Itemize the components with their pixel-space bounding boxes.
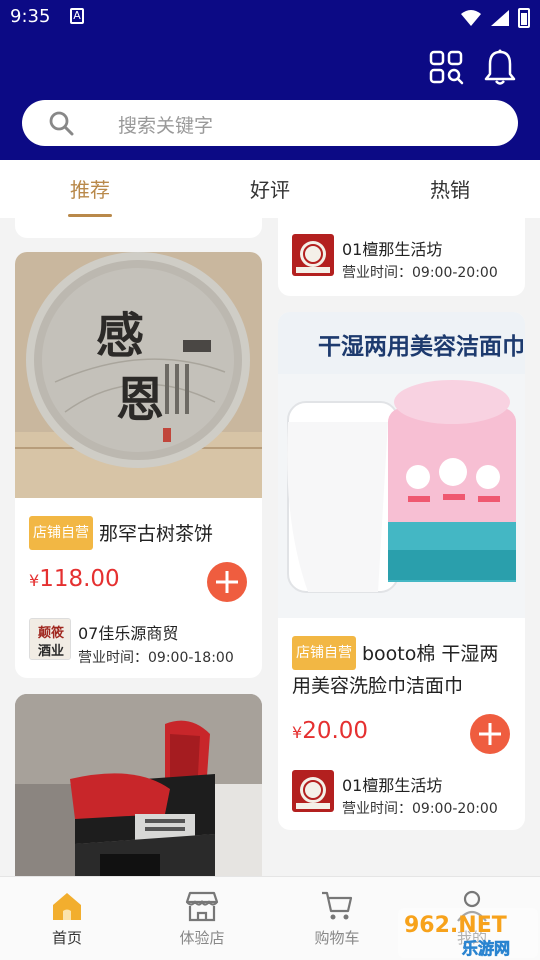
image-text: 感: [96, 308, 144, 364]
store-icon: [185, 891, 219, 922]
add-to-cart-button[interactable]: [207, 562, 247, 602]
self-operated-badge: 店铺自营: [29, 516, 93, 550]
search-icon: [49, 111, 74, 136]
svg-text:颠筱: 颠筱: [38, 625, 65, 641]
category-tabs: 推荐 好评 热销: [0, 160, 540, 218]
scan-grid-icon[interactable]: [428, 48, 464, 86]
shop-logo: 颠筱 酒业: [29, 618, 71, 660]
tab-active-indicator: [68, 214, 112, 217]
status-icons: [460, 8, 530, 28]
shop-hours: 营业时间：09:00-20:00: [342, 265, 498, 281]
currency-symbol: ¥: [29, 571, 40, 590]
product-price: ¥118.00: [29, 566, 120, 592]
nav-label: 首页: [51, 929, 82, 947]
price-value: 20.00: [302, 718, 369, 744]
product-title[interactable]: 店铺自营 那罕古树茶饼: [29, 516, 254, 550]
wifi-icon: [461, 10, 481, 26]
site-watermark: 962.NET 乐游网: [398, 908, 538, 958]
nav-label: 体验店: [179, 929, 225, 947]
product-card[interactable]: [15, 694, 262, 876]
header-actions: [428, 48, 518, 86]
product-image[interactable]: [15, 694, 262, 876]
home-icon: [53, 893, 81, 920]
currency-symbol: ¥: [292, 723, 303, 742]
watermark-text: 962.NET: [404, 913, 507, 938]
bell-icon[interactable]: [482, 48, 518, 86]
search-bar[interactable]: 搜索关键字: [22, 100, 518, 146]
image-text: 恩: [116, 372, 164, 428]
product-card[interactable]: 感 恩 店铺自营 那罕古树茶饼 ¥118.00 颠筱 酒业 07佳乐源商贸 营业时…: [15, 252, 262, 678]
product-feed[interactable]: 01檀那生活坊 营业时间：09:00-20:00 感 恩 店铺自营 那罕古树茶饼 …: [0, 218, 540, 876]
notification-a-icon: A: [70, 8, 84, 24]
svg-text:酒业: 酒业: [38, 643, 64, 659]
image-headline: 干湿两用美容洁面巾: [318, 333, 525, 360]
cart-icon: [322, 891, 353, 920]
tab-hot-sales[interactable]: 热销: [390, 174, 510, 203]
shop-logo: [292, 770, 334, 812]
price-value: 118.00: [39, 566, 120, 592]
nav-cart[interactable]: 购物车: [292, 889, 382, 948]
watermark-subtext: 乐游网: [462, 939, 510, 958]
tab-good-reviews[interactable]: 好评: [210, 174, 330, 203]
search-input[interactable]: 搜索关键字: [118, 111, 213, 138]
product-title[interactable]: 店铺自营 booto棉 干湿两用美容洗脸巾洁面巾: [292, 636, 517, 702]
product-card-partial[interactable]: 01檀那生活坊 营业时间：09:00-20:00: [278, 218, 525, 296]
shop-hours: 营业时间：09:00-20:00: [342, 801, 498, 817]
shop-name: 01檀那生活坊: [342, 776, 443, 795]
shop-logo-mark: 颠筱 酒业: [30, 619, 70, 659]
nav-store[interactable]: 体验店: [157, 889, 247, 948]
add-to-cart-button[interactable]: [470, 714, 510, 754]
product-title-text: 那罕古树茶饼: [99, 523, 214, 545]
product-card-partial[interactable]: [15, 218, 262, 238]
product-image[interactable]: 感 恩: [15, 252, 262, 498]
self-operated-badge: 店铺自营: [292, 636, 356, 670]
shop-name: 07佳乐源商贸: [78, 624, 179, 643]
product-price: ¥20.00: [292, 718, 368, 744]
signal-icon: [491, 10, 509, 26]
tab-recommend[interactable]: 推荐: [30, 174, 150, 203]
shop-hours: 营业时间：09:00-18:00: [78, 650, 234, 666]
nav-label: 购物车: [314, 929, 360, 947]
shop-name: 01檀那生活坊: [342, 240, 443, 259]
product-image[interactable]: 干湿两用美容洁面巾: [278, 312, 525, 618]
battery-icon: [518, 8, 530, 28]
shop-logo: [292, 234, 334, 276]
product-card[interactable]: 干湿两用美容洁面巾 店铺自营 booto棉 干湿两用美容洗脸巾洁面巾 ¥20.00: [278, 312, 525, 830]
app-header: 9:35 A 搜索关键字: [0, 0, 540, 160]
nav-home[interactable]: 首页: [22, 889, 112, 948]
status-bar: 9:35 A: [0, 0, 540, 36]
status-time: 9:35: [10, 6, 51, 27]
